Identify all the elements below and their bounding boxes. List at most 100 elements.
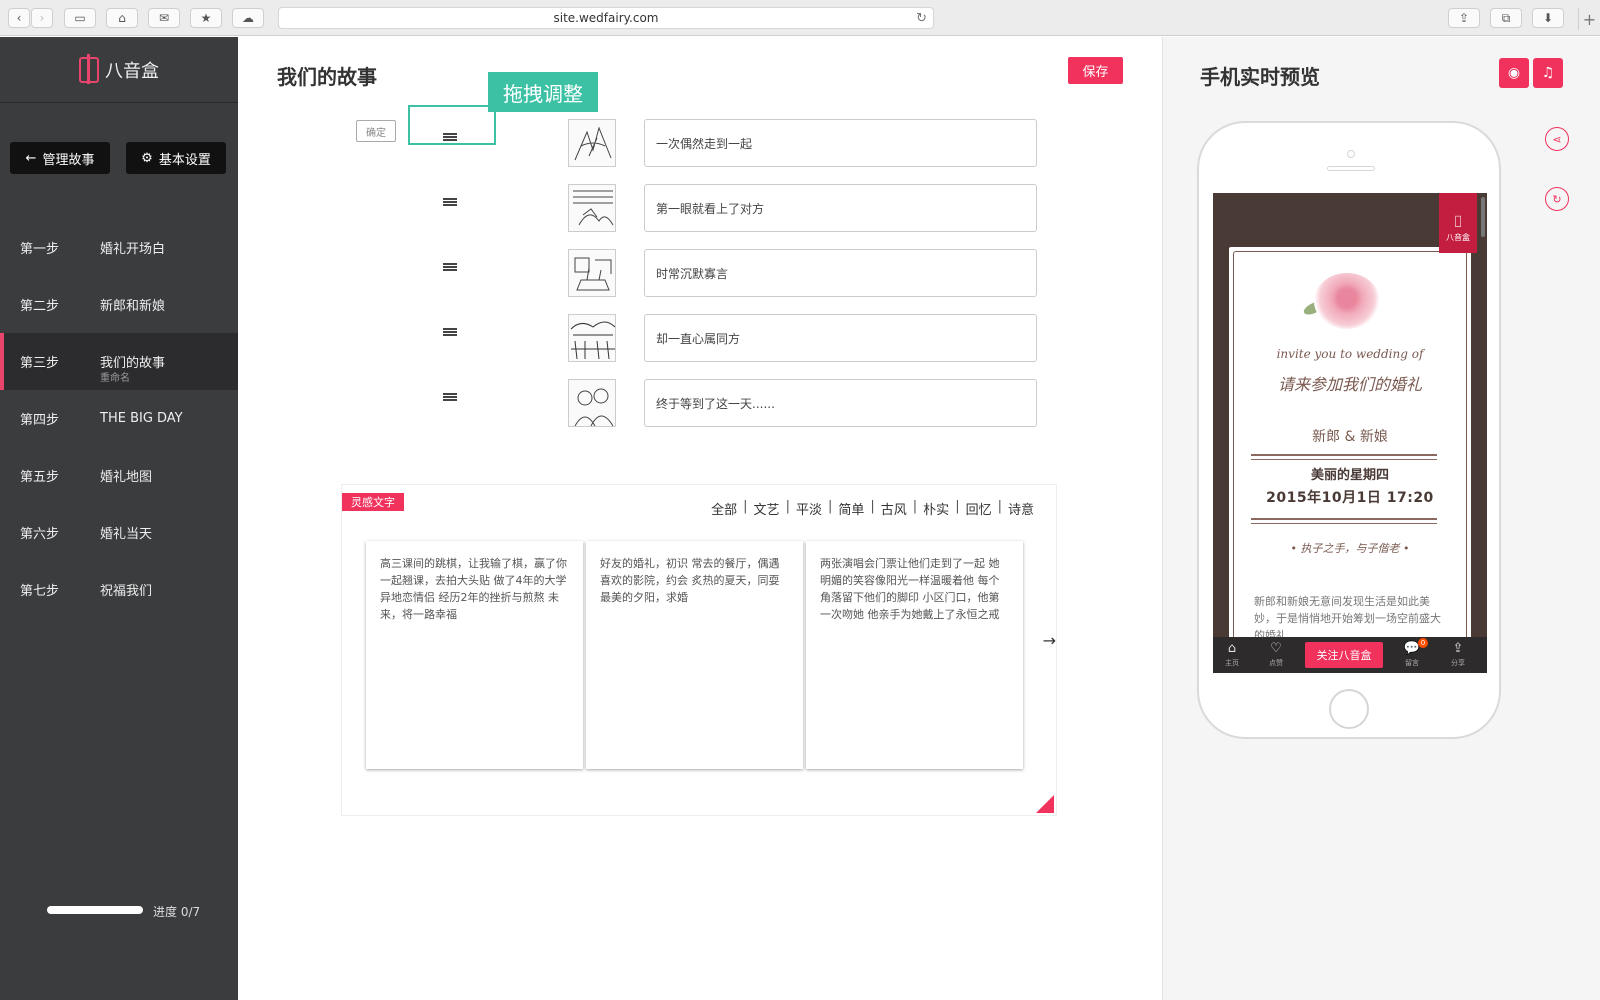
story-row: 终于等到了这一天...... [238,379,1162,427]
filter-literary[interactable]: 文艺 [754,499,780,518]
step-number: 第二步 [20,299,60,314]
nav-home[interactable]: ⌂ 主页 [1217,641,1247,671]
inspiration-card[interactable]: 高三课间的跳棋，让我输了棋，赢了你 一起翘课，去拍大头贴 做了4年的大学异地恋情… [366,541,583,769]
phone-screen[interactable]: ⌷ 八音盒 invite you to wedding of 请来参加我们的婚礼… [1213,193,1487,673]
wedding-datetime: 2015年10月1日 17:20 [1266,490,1434,506]
story-row: 时常沉默寡言 [238,249,1162,297]
share-icon[interactable]: ⇪ [1448,8,1480,28]
story-text-input[interactable]: 却一直心属同方 [644,314,1037,362]
peony-illustration [1314,273,1380,329]
phone-bottom-nav: ⌂ 主页 ♡ 点赞 关注八音盒 💬 留言 0 ⇪ 分享 [1213,637,1487,673]
phone-home-button[interactable] [1329,689,1369,729]
url-text: site.wedfairy.com [553,11,659,25]
manage-stories-button[interactable]: ← 管理故事 [10,142,110,174]
groom-name: 新郎 [1312,429,1341,445]
step-number: 第五步 [20,470,60,485]
drag-handle-icon[interactable] [443,328,457,336]
heart-icon: ♡ [1270,641,1282,656]
preview-title: 手机实时预览 [1200,65,1320,89]
step-number: 第六步 [20,527,60,542]
step-number: 第四步 [20,413,60,428]
step-number: 第七步 [20,584,60,599]
story-text-input[interactable]: 一次偶然走到一起 [644,119,1037,167]
drag-handle-icon[interactable] [443,198,457,206]
logo: 八音盒 [0,37,238,103]
story-text-input[interactable]: 第一眼就看上了对方 [644,184,1037,232]
logo-text: 八音盒 [105,60,159,82]
story-image[interactable] [568,379,616,427]
sketch-couple-icon [573,190,614,226]
refresh-icon[interactable]: ↻ [1545,187,1569,211]
drag-handle-icon[interactable] [443,263,457,271]
sidebar-step-1[interactable]: 第一步 婚礼开场白 [0,219,238,276]
arrow-right-icon[interactable]: → [1043,631,1056,650]
divider [1251,518,1437,524]
share-nodes-icon[interactable]: ⋖ [1545,127,1569,151]
sketch-wedding-couple-icon [574,388,614,426]
sidebar-step-7[interactable]: 第七步 祝福我们 [0,561,238,618]
rename-link[interactable]: 重命名 [100,369,130,384]
forward-icon[interactable]: › [31,8,53,28]
inspiration-card[interactable]: 两张演唱会门票让他们走到了一起 她明媚的笑容像阳光一样温暖着他 每个角落留下他们… [806,541,1023,769]
invite-english: invite you to wedding of [1276,347,1424,361]
filter-all[interactable]: 全部 [711,499,737,518]
story-image[interactable] [568,184,616,232]
music-icon[interactable]: ♫ [1533,58,1563,88]
filter-plain[interactable]: 平淡 [796,499,822,518]
step-list: 第一步 婚礼开场白 第二步 新郎和新娘 第三步 我们的故事 重命名 第四步 TH… [0,219,238,618]
story-image[interactable] [568,314,616,362]
tabs-icon[interactable]: ⧉ [1490,8,1522,28]
filter-poetic[interactable]: 诗意 [1008,499,1034,518]
address-bar[interactable]: site.wedfairy.com ↻ [278,7,934,29]
phone-speaker [1327,166,1375,171]
reload-icon[interactable]: ↻ [916,11,927,26]
sidebar-step-6[interactable]: 第六步 婚礼当天 [0,504,238,561]
cloud-icon[interactable]: ☁ [232,8,264,28]
filter-classical[interactable]: 古风 [881,499,907,518]
nav-share[interactable]: ⇪ 分享 [1443,641,1473,671]
filter-simple[interactable]: 简单 [838,499,864,518]
nav-home-label: 主页 [1225,659,1239,667]
basic-settings-button[interactable]: ⚙ 基本设置 [126,142,226,174]
browser-toolbar: ‹ › ▭ ⌂ ✉ ★ ☁ site.wedfairy.com ↻ ⇪ ⧉ ⬇ … [0,0,1600,36]
sidebar-step-3[interactable]: 第三步 我们的故事 重命名 [0,333,238,390]
story-image[interactable] [568,249,616,297]
progress-label: 进度 0/7 [153,905,201,919]
couple-names: 新郎 & 新娘 [1213,426,1487,446]
sidebar: 八音盒 ← 管理故事 ⚙ 基本设置 第一步 婚礼开场白 第二步 新郎和新娘 第三… [0,37,238,1000]
sidebar-toggle-icon[interactable]: ▭ [64,8,96,28]
phone-scrollbar[interactable] [1481,197,1485,237]
sidebar-step-5[interactable]: 第五步 婚礼地图 [0,447,238,504]
inspiration-card[interactable]: 好友的婚礼，初识 常去的餐厅，偶遇 喜欢的影院，约会 炙热的夏天，同耍 最美的夕… [586,541,803,769]
nav-comment[interactable]: 💬 留言 0 [1397,638,1428,671]
palette-icon[interactable]: ◉ [1499,58,1529,88]
sketch-street-icon [570,321,615,360]
inspiration-filters: 全部 | 文艺 | 平淡 | 简单 | 古风 | 朴实 | 回忆 | 诗意 [711,499,1034,518]
sidebar-step-4[interactable]: 第四步 THE BIG DAY [0,390,238,447]
back-icon[interactable]: ‹ [8,8,30,28]
arrow-left-icon: ← [25,150,37,166]
filter-honest[interactable]: 朴实 [923,499,949,518]
step-label: 婚礼当天 [100,527,153,542]
mail-icon[interactable]: ✉ [148,8,180,28]
story-image[interactable] [568,119,616,167]
bookmarks-icon[interactable]: ★ [190,8,222,28]
home-icon: ⌂ [1227,641,1237,656]
story-text-input[interactable]: 时常沉默寡言 [644,249,1037,297]
step-number: 第一步 [20,242,60,257]
story-row: 一次偶然走到一起 [238,119,1162,167]
story-text-input[interactable]: 终于等到了这一天...... [644,379,1037,427]
home-icon[interactable]: ⌂ [106,8,138,28]
gear-icon: ⚙ [141,150,153,166]
phone-frame: ⌷ 八音盒 invite you to wedding of 请来参加我们的婚礼… [1197,121,1501,739]
logo-ribbon[interactable]: ⌷ 八音盒 [1439,193,1477,253]
drag-handle-icon[interactable] [443,393,457,401]
drag-handle-icon[interactable] [443,133,457,141]
follow-button[interactable]: 关注八音盒 [1305,642,1383,668]
filter-memory[interactable]: 回忆 [966,499,992,518]
nav-like[interactable]: ♡ 点赞 [1261,641,1291,671]
download-icon[interactable]: ⬇ [1532,8,1564,28]
new-tab-icon[interactable]: + [1578,8,1600,30]
sidebar-step-2[interactable]: 第二步 新郎和新娘 [0,276,238,333]
save-button[interactable]: 保存 [1068,57,1123,84]
